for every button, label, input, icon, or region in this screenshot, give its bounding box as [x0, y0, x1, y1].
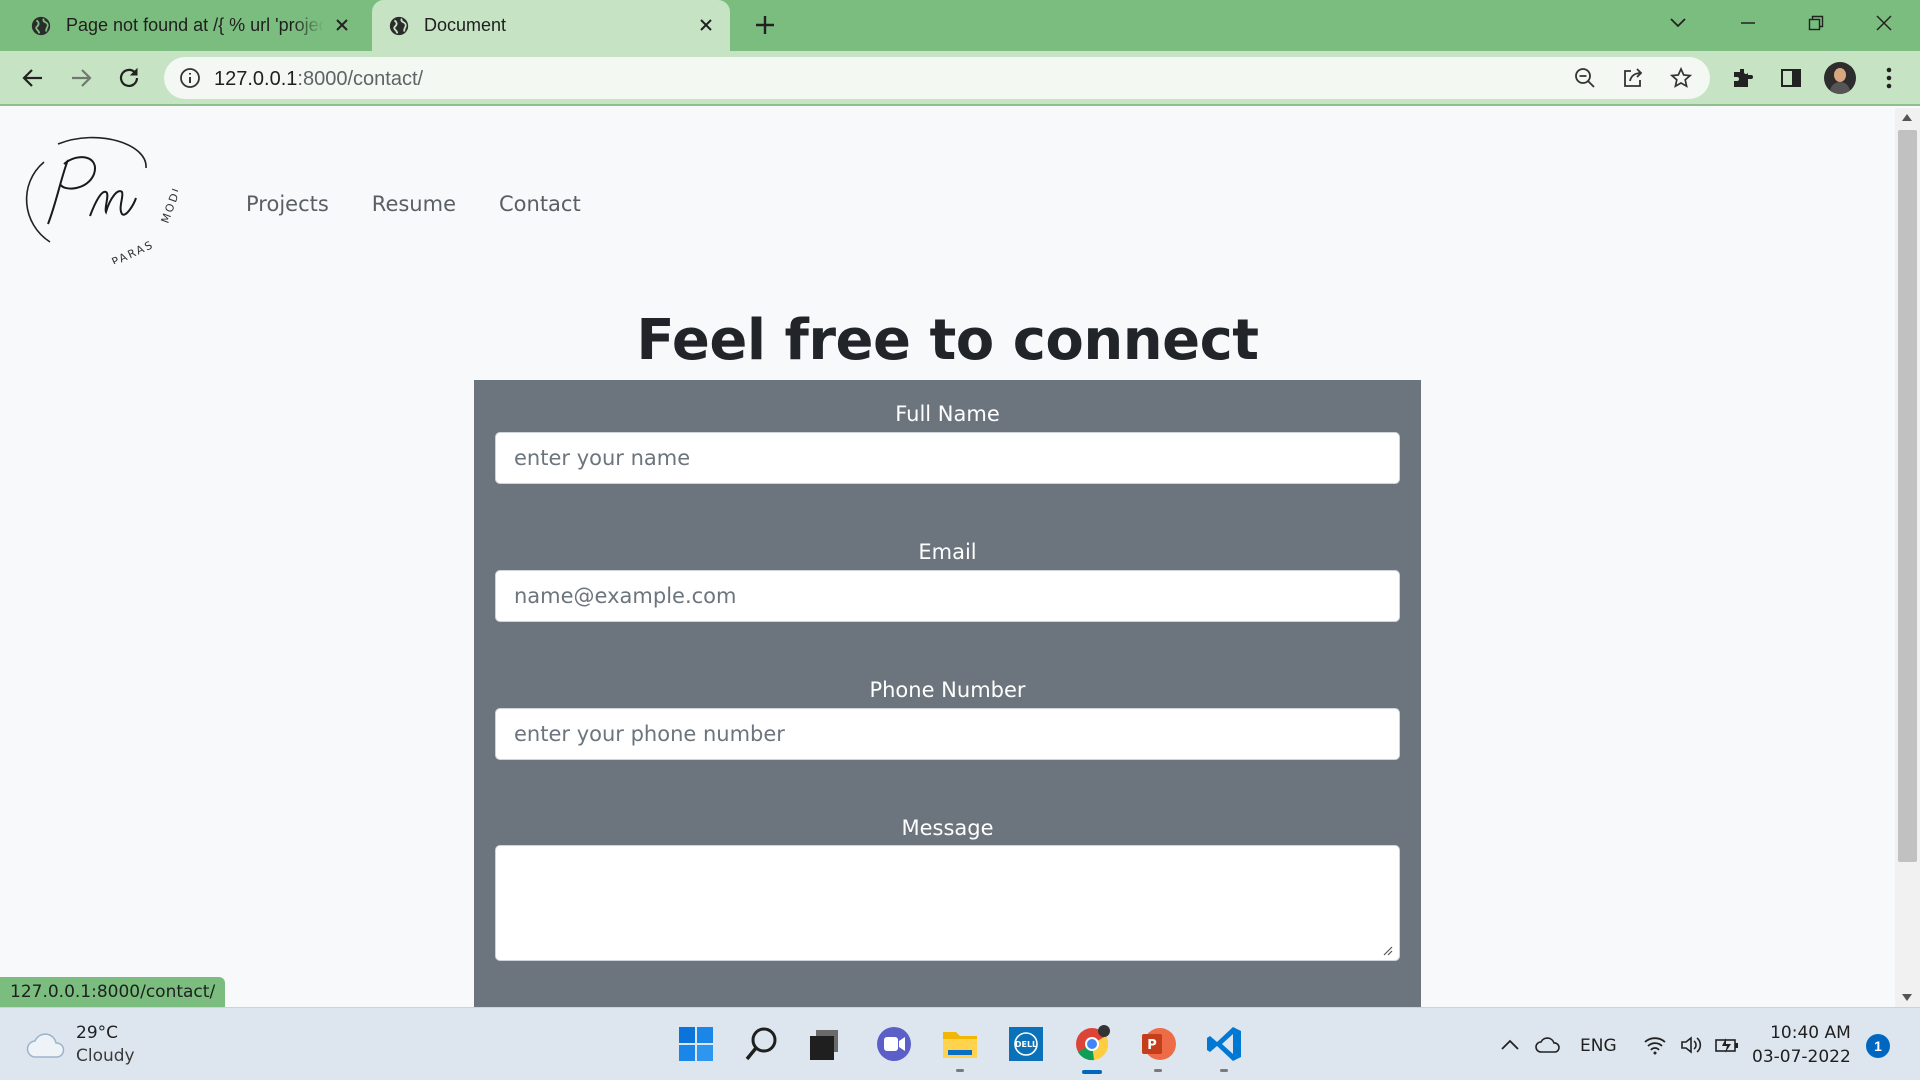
close-window-icon[interactable] [1864, 4, 1904, 42]
profile-avatar[interactable] [1824, 62, 1856, 94]
browser-toolbar: 127.0.0.1:8000/contact/ [0, 51, 1920, 106]
resize-grip-icon[interactable] [1381, 944, 1393, 956]
nav-link-contact[interactable]: Contact [499, 192, 581, 216]
tab-page-not-found[interactable]: Page not found at /{ % url 'projects' %} [14, 0, 366, 51]
main-nav: Projects Resume Contact [246, 192, 581, 216]
nav-link-resume[interactable]: Resume [372, 192, 456, 216]
extensions-puzzle-icon[interactable] [1728, 63, 1758, 93]
forward-arrow-icon[interactable] [64, 61, 98, 95]
email-label: Email [918, 540, 977, 564]
svg-text:DELL: DELL [1015, 1040, 1037, 1049]
battery-charging-icon[interactable] [1714, 1032, 1740, 1058]
dell-app-button[interactable]: DELL [1006, 1024, 1046, 1064]
chrome-button[interactable] [1072, 1024, 1112, 1074]
full-name-label: Full Name [895, 402, 1000, 426]
clock-date: 03-07-2022 [1752, 1047, 1851, 1067]
clock-time: 10:40 AM [1770, 1023, 1851, 1043]
page-title: Feel free to connect [636, 308, 1259, 373]
chat-button[interactable] [874, 1024, 914, 1064]
site-logo[interactable]: MODI PARAS [18, 134, 184, 269]
reload-icon[interactable] [112, 61, 146, 95]
phone-number-input[interactable] [495, 708, 1400, 760]
onedrive-cloud-icon[interactable] [1535, 1032, 1561, 1058]
url-host: 127.0.0.1 [214, 68, 298, 90]
scroll-up-arrow-icon[interactable] [1902, 114, 1912, 121]
weather-widget[interactable]: 29°C Cloudy [26, 1022, 135, 1068]
tab-search-chevron-icon[interactable] [1658, 4, 1698, 42]
chat-icon [877, 1027, 911, 1061]
browser-tab-strip: Page not found at /{ % url 'projects' %}… [0, 0, 1920, 51]
contact-form: Full Name Email Phone Number Message [474, 380, 1421, 1007]
restore-icon[interactable] [1796, 4, 1836, 42]
vscode-button[interactable] [1204, 1024, 1244, 1072]
powerpoint-icon: P [1142, 1028, 1176, 1060]
task-view-button[interactable] [806, 1024, 846, 1064]
tab-title: Document [424, 15, 507, 35]
windows-taskbar: 29°C Cloudy DELL P ENG 10:40 AM 03-07-20… [0, 1007, 1920, 1080]
globe-icon [388, 15, 410, 37]
url-text: 127.0.0.1:8000/contact/ [214, 68, 423, 91]
powerpoint-button[interactable]: P [1138, 1024, 1178, 1072]
vscode-icon [1207, 1027, 1241, 1061]
page-viewport: MODI PARAS Projects Resume Contact Feel … [0, 108, 1895, 1007]
language-indicator[interactable]: ENG [1580, 1036, 1617, 1056]
close-tab-icon[interactable] [696, 15, 716, 35]
address-bar[interactable]: 127.0.0.1:8000/contact/ [164, 57, 1710, 99]
notification-badge[interactable]: 1 [1866, 1034, 1890, 1058]
site-info-icon[interactable] [178, 66, 202, 90]
share-icon[interactable] [1620, 65, 1646, 91]
dell-icon: DELL [1009, 1027, 1043, 1061]
weather-condition: Cloudy [76, 1046, 135, 1066]
weather-temp: 29°C [76, 1023, 119, 1043]
task-view-icon [810, 1030, 838, 1060]
cloud-icon [26, 1030, 66, 1060]
link-status-bubble: 127.0.0.1:8000/contact/ [0, 977, 226, 1007]
tab-title: Page not found at /{ % url 'projects' %} [66, 15, 324, 35]
minimize-icon[interactable] [1728, 4, 1768, 42]
scrollbar-thumb[interactable] [1898, 130, 1917, 862]
message-textarea[interactable] [495, 845, 1400, 961]
page-scrollbar[interactable] [1895, 108, 1920, 1007]
bookmark-star-icon[interactable] [1668, 65, 1694, 91]
show-hidden-icons-chevron-icon[interactable] [1497, 1032, 1523, 1058]
zoom-out-icon[interactable] [1572, 65, 1598, 91]
file-explorer-button[interactable] [940, 1024, 980, 1072]
start-icon [679, 1027, 713, 1061]
back-arrow-icon[interactable] [16, 61, 50, 95]
email-input[interactable] [495, 570, 1400, 622]
side-panel-icon[interactable] [1776, 63, 1806, 93]
nav-link-projects[interactable]: Projects [246, 192, 329, 216]
scroll-down-arrow-icon[interactable] [1902, 994, 1912, 1001]
system-clock[interactable]: 10:40 AM 03-07-2022 [1752, 1021, 1851, 1069]
logo-name-paras: PARAS [110, 238, 156, 264]
globe-icon [30, 15, 52, 37]
menu-kebab-icon[interactable] [1874, 63, 1904, 93]
new-tab-icon[interactable] [750, 10, 780, 40]
phone-number-label: Phone Number [869, 678, 1026, 702]
search-icon [745, 1027, 777, 1061]
file-explorer-icon [943, 1032, 977, 1058]
chrome-icon [1076, 1025, 1110, 1061]
taskbar-search-button[interactable] [742, 1024, 782, 1064]
volume-icon[interactable] [1678, 1032, 1704, 1058]
close-tab-icon[interactable] [332, 15, 352, 35]
start-button[interactable] [676, 1024, 716, 1064]
url-path: :8000/contact/ [297, 68, 424, 90]
tab-document[interactable]: Document [372, 0, 730, 51]
svg-text:P: P [1147, 1038, 1157, 1053]
logo-name-modi: MODI [159, 185, 178, 225]
full-name-input[interactable] [495, 432, 1400, 484]
message-label: Message [901, 816, 994, 840]
wifi-icon[interactable] [1642, 1032, 1668, 1058]
